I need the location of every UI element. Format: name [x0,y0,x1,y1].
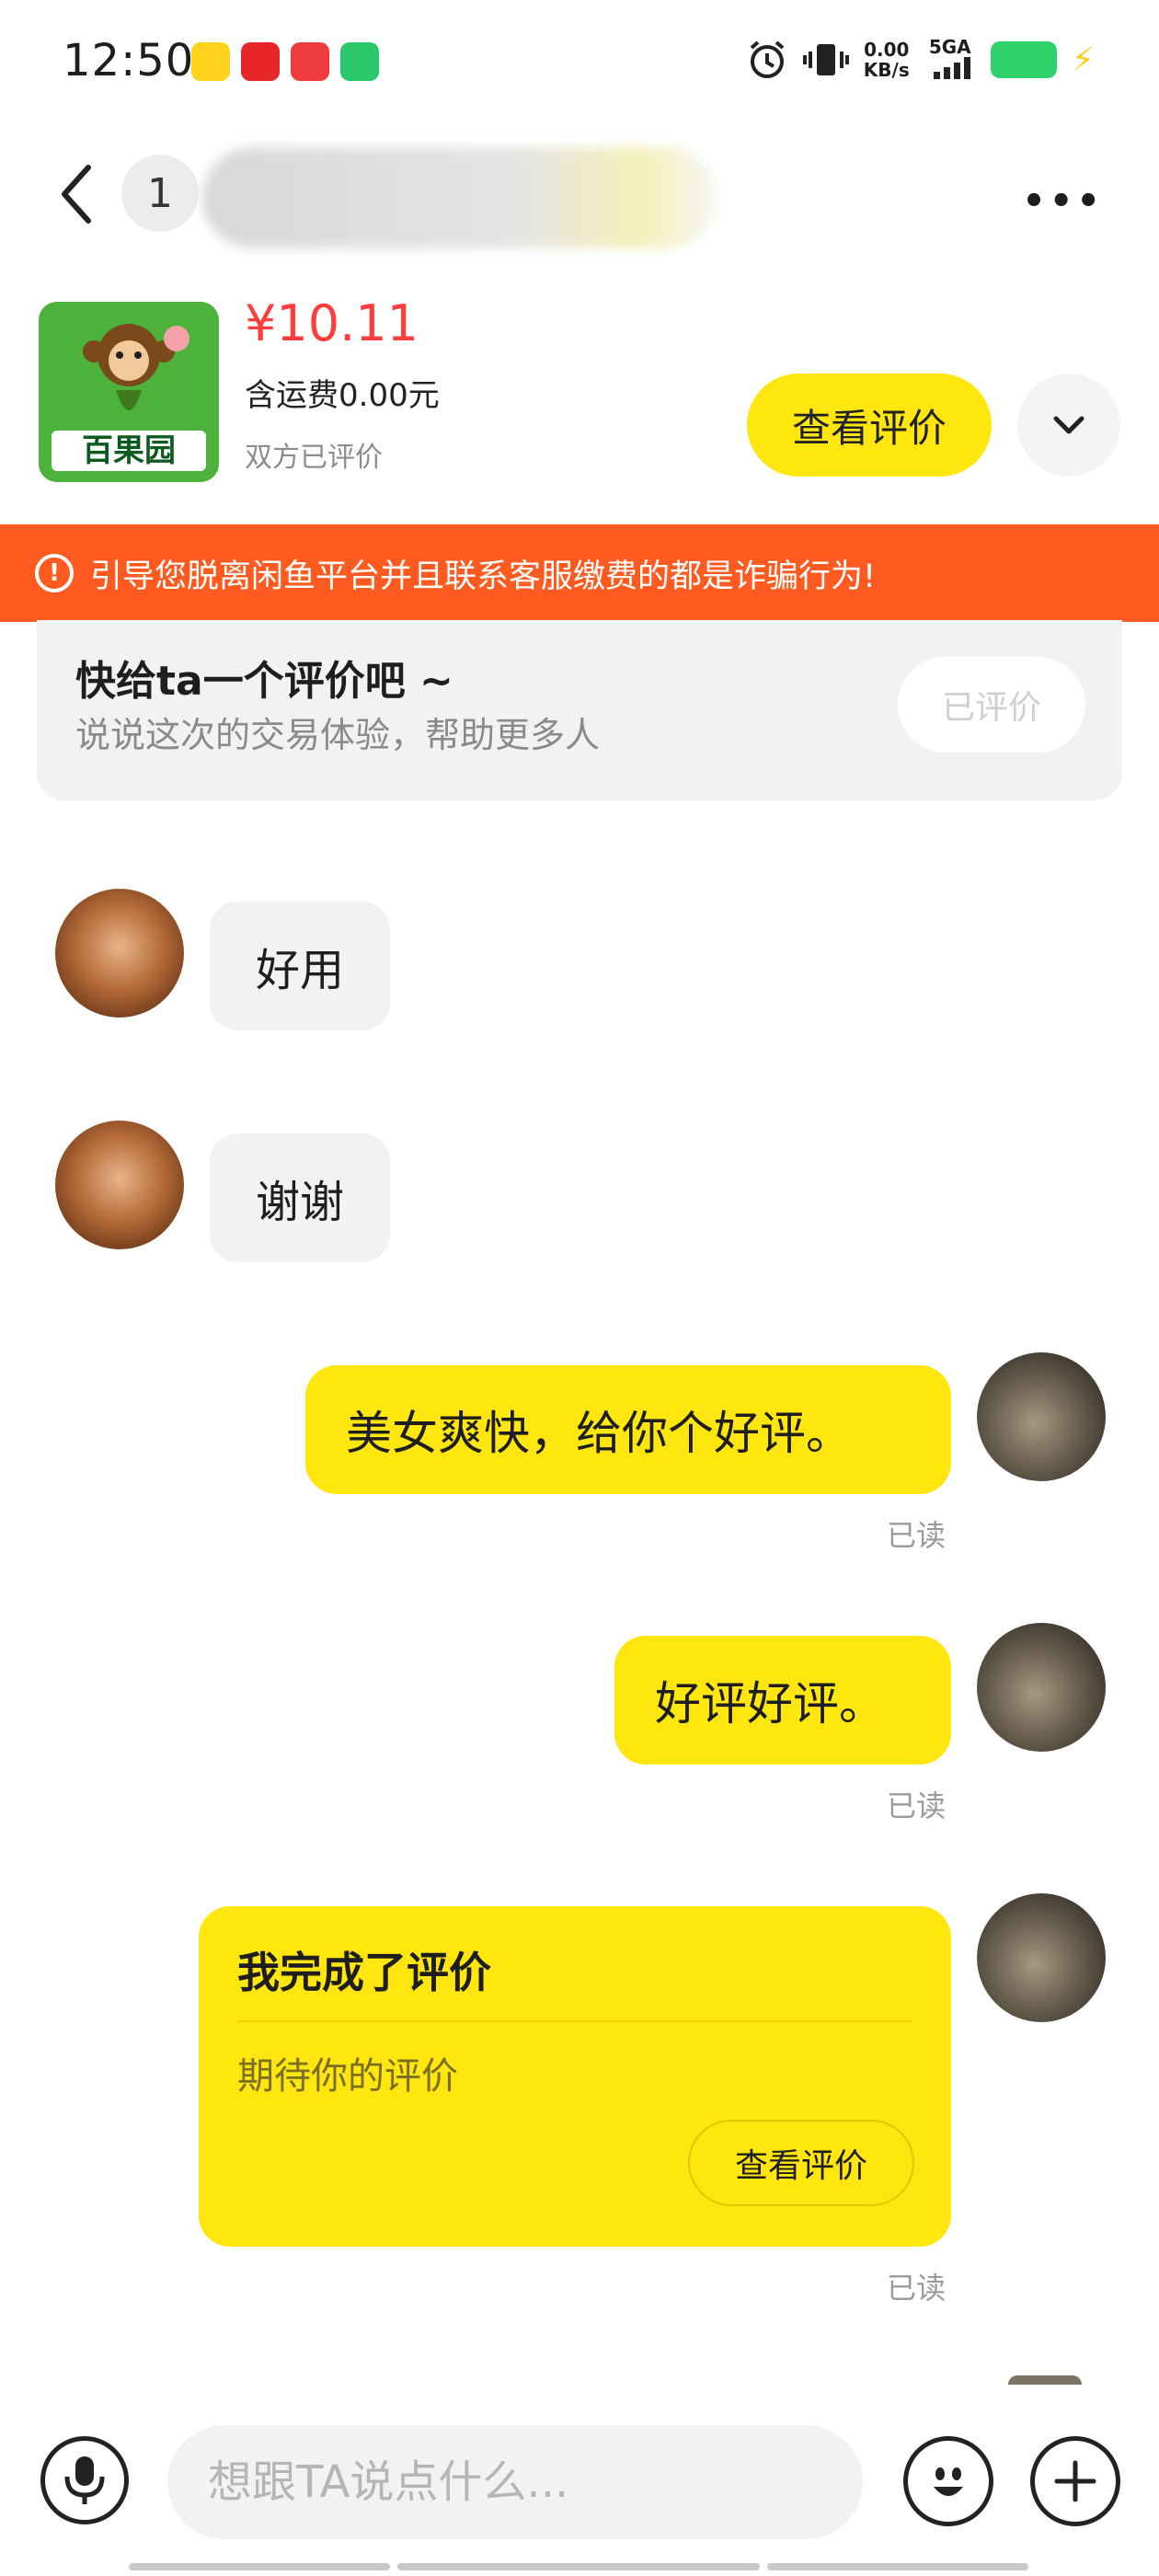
status-time: 12:50 [63,35,195,86]
app-notification-icon [291,42,329,81]
chat-header: 1 ••• [0,129,1159,258]
product-review-status: 双方已评价 [245,442,383,474]
message-bubble-outgoing[interactable]: 美女爽快，给你个好评。 [305,1365,951,1494]
divider [237,2020,912,2022]
vibrate-icon [802,44,849,75]
message-input[interactable] [167,2425,863,2539]
alarm-icon [750,40,785,78]
app-notification-icon [191,42,230,81]
avatar-partial [1008,2375,1082,2385]
review-complete-subtitle: 期待你的评价 [237,2055,458,2098]
status-indicators: 0.00 KB/s 5GA ⚡ [746,37,1095,83]
chevron-down-icon [1053,416,1084,434]
message-input-bar [0,2401,1159,2576]
avatar[interactable] [977,1352,1106,1481]
battery-icon [990,41,1057,78]
gesture-bar-segment [397,2563,760,2570]
read-status: 已读 [887,1788,947,1823]
product-price: ¥10.11 [245,294,419,352]
product-shipping: 含运费0.00元 [245,377,440,414]
avatar[interactable] [977,1893,1106,2022]
read-status: 已读 [887,1518,947,1553]
product-thumb-label: 百果园 [52,431,206,471]
avatar[interactable] [55,889,184,1018]
review-prompt-title: 快给ta一个评价吧 ~ [75,658,453,705]
message-bubble-outgoing[interactable]: 好评好评。 [614,1636,951,1765]
view-review-card-button[interactable]: 查看评价 [688,2120,914,2206]
review-prompt-card: 快给ta一个评价吧 ~ 说说这次的交易体验，帮助更多人 已评价 [37,620,1122,800]
phone-notification-icon [340,42,379,81]
signal-icon [933,57,970,79]
message-bubble-incoming[interactable]: 好用 [210,902,390,1030]
avatar[interactable] [55,1121,184,1249]
notification-icons [191,42,379,81]
network-speed: 0.00 KB/s [863,39,910,81]
back-arrow-icon [62,165,91,224]
review-complete-title: 我完成了评价 [237,1948,491,1997]
warning-text: 引导您脱离闲鱼平台并且联系客服缴费的都是诈骗行为! [90,558,877,595]
collapse-button[interactable] [1017,374,1120,477]
message-bubble-incoming[interactable]: 谢谢 [210,1133,390,1262]
app-notification-icon [241,42,280,81]
add-attachment-button[interactable] [1030,2436,1120,2526]
voice-input-button[interactable] [40,2436,129,2524]
review-prompt-subtitle: 说说这次的交易体验，帮助更多人 [75,715,601,755]
review-complete-card[interactable]: 我完成了评价 期待你的评价 查看评价 [199,1906,951,2247]
microphone-icon [64,2456,105,2504]
view-review-button[interactable]: 查看评价 [747,374,992,477]
product-card[interactable]: 百果园 ¥10.11 含运费0.00元 双方已评价 查看评价 [0,285,1159,515]
contact-name-redacted [202,147,717,248]
status-bar: 12:50 0.00 KB/s 5GA ⚡ [0,0,1159,129]
avatar[interactable] [977,1623,1106,1752]
read-status: 已读 [887,2271,947,2306]
warning-circle-icon: ! [35,554,74,592]
more-options-button[interactable]: ••• [1022,180,1104,223]
fraud-warning-banner: ! 引导您脱离闲鱼平台并且联系客服缴费的都是诈骗行为! [0,524,1159,622]
back-button[interactable] [52,162,107,226]
emoji-icon [934,2467,963,2496]
reviewed-button[interactable]: 已评价 [898,657,1085,753]
gesture-bar-segment [129,2563,390,2570]
gesture-bar-segment [767,2563,1028,2570]
charging-icon: ⚡ [1071,40,1095,79]
unread-count-badge: 1 [121,155,199,232]
ellipsis-icon: ••• [1022,180,1104,223]
network-type: 5GA [924,37,976,83]
emoji-button[interactable] [903,2436,993,2526]
plus-icon [1054,2460,1096,2502]
monkey-logo-icon [83,324,189,410]
product-thumbnail[interactable]: 百果园 [39,302,219,482]
